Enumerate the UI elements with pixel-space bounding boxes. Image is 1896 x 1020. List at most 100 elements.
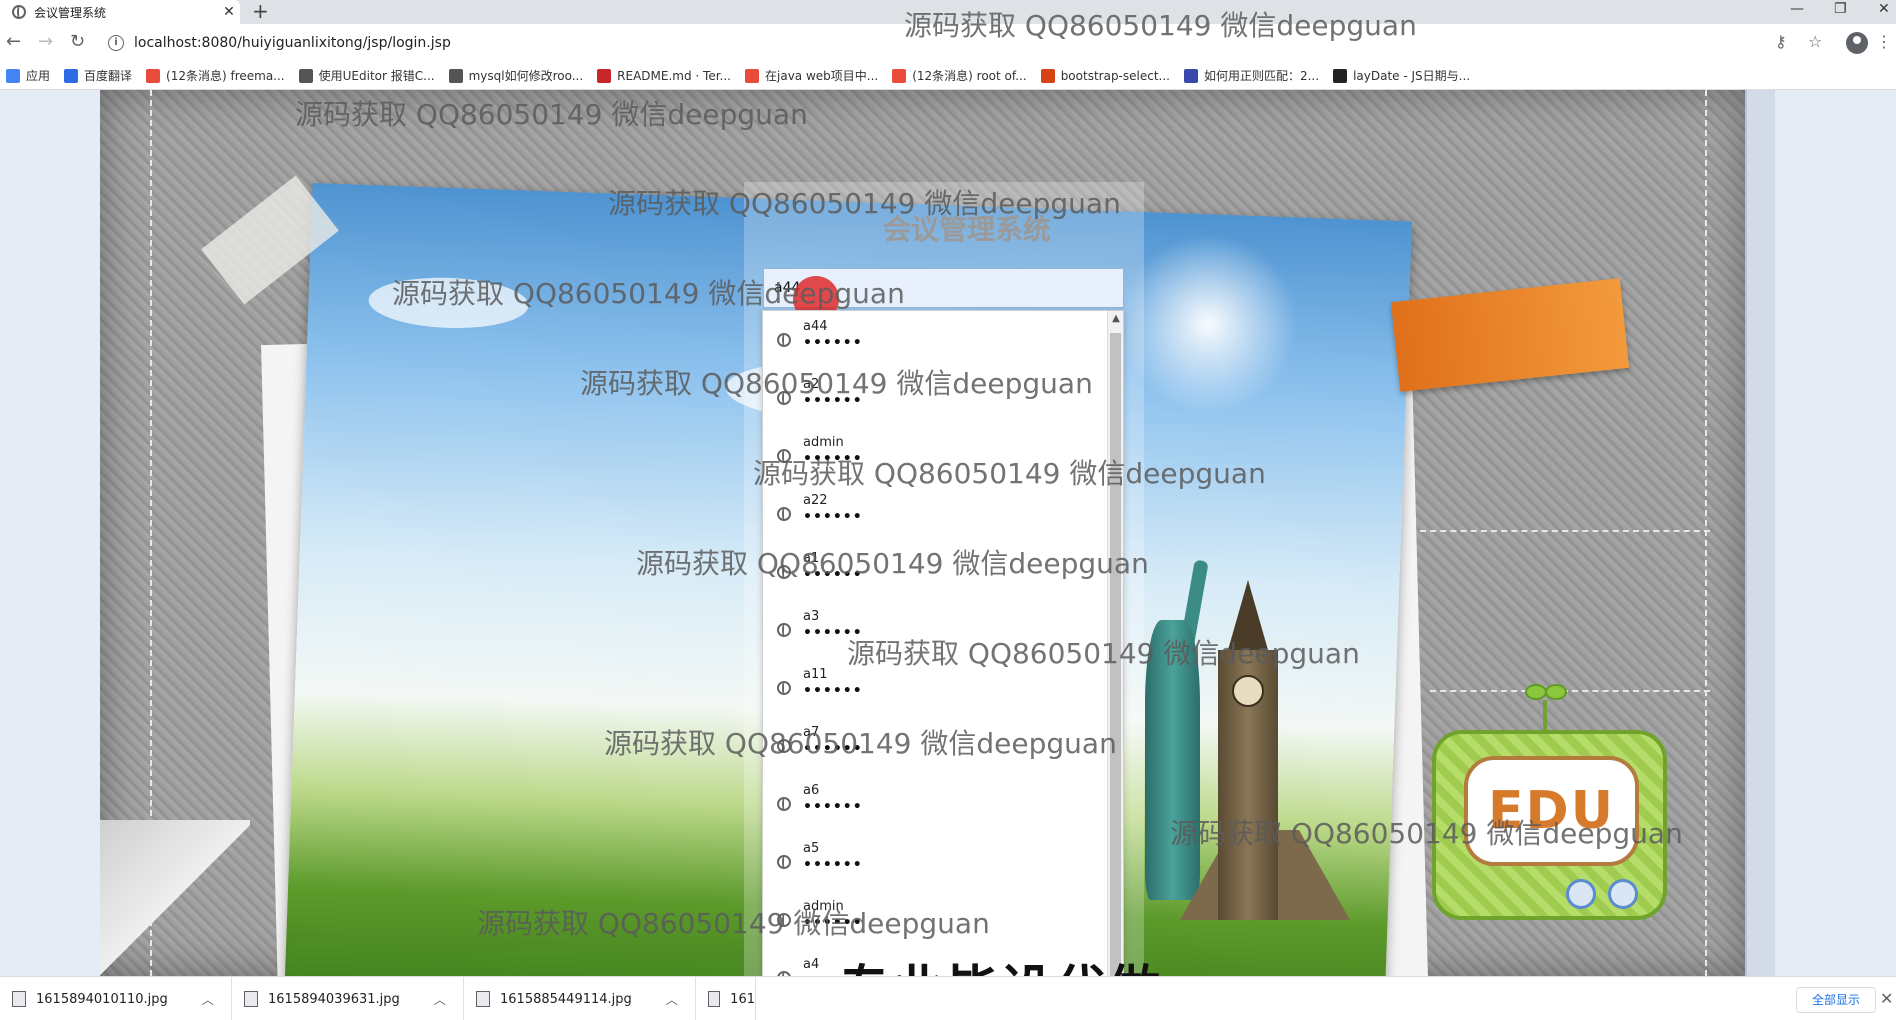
bookmark-item[interactable]: README.md · Ter...: [597, 68, 731, 83]
bookmark-label: 百度翻译: [84, 69, 133, 83]
tab-title: 会议管理系统: [34, 5, 107, 20]
globe-icon: [12, 5, 26, 19]
bookmark-item[interactable]: mysql如何修改roo...: [448, 67, 584, 84]
globe-icon: [777, 797, 791, 811]
autocomplete-item[interactable]: a6 ••••••: [763, 775, 1123, 833]
bookmark-favicon-icon: [448, 68, 463, 83]
knob-icon: [1608, 879, 1638, 909]
window-close-icon[interactable]: ✕: [1878, 0, 1890, 24]
bookmark-label: 在java web项目中...: [765, 69, 879, 83]
saved-password-mask: ••••••: [803, 799, 863, 815]
saved-username: a22: [803, 493, 828, 508]
bookmark-item[interactable]: 百度翻译: [64, 67, 132, 84]
bookmark-label: (12条消息) freema...: [166, 69, 285, 83]
autocomplete-item[interactable]: a5 ••••••: [763, 833, 1123, 891]
watermark: 源码获取 QQ86050149 微信deepguan: [847, 637, 1360, 670]
saved-password-mask: ••••••: [803, 335, 863, 351]
download-shelf: 1615894010110.jpg ︿ 1615894039631.jpg ︿ 1615…: [0, 976, 1896, 1020]
watermark: 源码获取 QQ86050149 微信deepguan: [392, 277, 905, 310]
saved-password-mask: ••••••: [803, 857, 863, 873]
back-icon[interactable]: ←: [6, 32, 21, 52]
bookmark-item[interactable]: 如何用正则匹配：2...: [1183, 67, 1320, 84]
restore-icon[interactable]: ❐: [1834, 0, 1847, 24]
url-text[interactable]: localhost:8080/huiyiguanlixitong/jsp/log…: [134, 35, 451, 51]
download-filename: 1615885449114.jpg: [500, 991, 632, 1007]
bookmark-label: 使用UEditor 报错C...: [318, 69, 435, 83]
bookmark-favicon-icon: [64, 68, 79, 83]
new-tab-button[interactable]: +: [252, 0, 269, 24]
scrollbar-thumb[interactable]: [1110, 333, 1121, 1019]
image-file-icon: [476, 991, 490, 1007]
apps-grid-icon: [6, 68, 20, 83]
bookmark-label: layDate - JS日期与...: [1353, 69, 1471, 83]
bookmark-favicon-icon: [1183, 68, 1198, 83]
tab-close-button[interactable]: ✕: [218, 4, 240, 20]
bookmark-label: bootstrap-select...: [1060, 68, 1170, 83]
bookmark-label: mysql如何修改roo...: [468, 69, 584, 83]
bookmark-item[interactable]: bootstrap-select...: [1040, 68, 1170, 83]
info-icon[interactable]: i: [108, 35, 124, 51]
download-item[interactable]: 1615894039631.jpg ︿: [232, 977, 464, 1020]
chevron-up-icon[interactable]: ︿: [666, 991, 678, 1008]
bookmark-favicon-icon: [745, 68, 759, 83]
autocomplete-item[interactable]: a22 ••••••: [763, 485, 1123, 543]
star-icon[interactable]: ☆: [1808, 33, 1822, 51]
bookmark-item[interactable]: (12条消息) freema...: [146, 67, 285, 84]
download-item[interactable]: 1615894010110.jpg ︿: [0, 977, 232, 1020]
bookmark-item[interactable]: 在java web项目中...: [745, 67, 878, 84]
chevron-up-icon[interactable]: ︿: [202, 991, 214, 1008]
globe-icon: [777, 333, 791, 347]
reload-icon[interactable]: ↻: [70, 32, 85, 52]
knob-icon: [1566, 879, 1596, 909]
minimize-icon[interactable]: —: [1790, 0, 1804, 24]
saved-username: a44: [803, 319, 828, 334]
watermark: 源码获取 QQ86050149 微信deepguan: [1170, 817, 1683, 850]
shelf-close-icon[interactable]: ✕: [1880, 989, 1893, 1008]
clock-face: [1232, 675, 1264, 707]
forward-icon[interactable]: →: [38, 32, 53, 52]
bookmark-item[interactable]: layDate - JS日期与...: [1333, 67, 1470, 84]
saved-password-mask: ••••••: [803, 509, 863, 525]
bookmark-label: 应用: [26, 69, 51, 83]
show-all-button[interactable]: 全部显示: [1796, 987, 1876, 1013]
tab-active[interactable]: 会议管理系统 ✕: [0, 0, 240, 24]
watermark: 源码获取 QQ86050149 微信deepguan: [608, 187, 1121, 220]
saved-username: a11: [803, 667, 828, 682]
download-filename: 1615894039631.jpg: [268, 991, 400, 1007]
globe-icon: [777, 855, 791, 869]
image-file-icon: [244, 991, 258, 1007]
profile-avatar[interactable]: [1846, 32, 1868, 54]
saved-username: a6: [803, 783, 820, 798]
page-corner-fold: [100, 820, 250, 976]
download-filename: 1615894010110.jpg: [36, 991, 168, 1007]
key-icon[interactable]: ⚷: [1775, 33, 1787, 51]
saved-username: a4: [803, 957, 820, 972]
download-item[interactable]: 1615885449114.jpg ︿: [464, 977, 696, 1020]
watermark: 源码获取 QQ86050149 微信deepguan: [753, 457, 1266, 490]
image-file-icon: [12, 991, 26, 1007]
scroll-up-icon[interactable]: ▲: [1108, 313, 1123, 324]
autocomplete-item[interactable]: a44 ••••••: [763, 311, 1123, 369]
menu-icon[interactable]: ⋮: [1876, 33, 1892, 51]
saved-password-mask: ••••••: [803, 683, 863, 699]
bookmark-item[interactable]: 使用UEditor 报错C...: [298, 67, 435, 84]
bookmark-item[interactable]: (12条消息) root of...: [892, 67, 1027, 84]
watermark: 源码获取 QQ86050149 微信deepguan: [904, 9, 1417, 42]
stitch-line: [1430, 690, 1710, 692]
bookmarks-bar: 应用 百度翻译 (12条消息) freema... 使用UEditor 报错C... m…: [0, 62, 1896, 90]
bookmark-label: 如何用正则匹配：2...: [1203, 69, 1320, 83]
saved-username: a3: [803, 609, 820, 624]
watermark: 源码获取 QQ86050149 微信deepguan: [477, 907, 990, 940]
globe-icon: [777, 507, 791, 521]
watermark: 源码获取 QQ86050149 微信deepguan: [295, 98, 808, 131]
globe-icon: [777, 681, 791, 695]
sprout-icon: [1525, 680, 1567, 735]
bookmark-favicon-icon: [1040, 68, 1055, 83]
download-filename: 161: [730, 991, 755, 1007]
download-item[interactable]: 161: [696, 977, 756, 1020]
bookmark-favicon-icon: [146, 68, 161, 83]
chevron-up-icon[interactable]: ︿: [434, 991, 446, 1008]
watermark: 源码获取 QQ86050149 微信deepguan: [636, 547, 1149, 580]
bookmark-label: README.md · Ter...: [617, 68, 731, 83]
bookmark-item[interactable]: 应用: [6, 67, 50, 84]
